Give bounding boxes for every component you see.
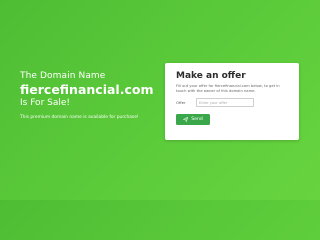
hero-section: The Domain Name fiercefinancial.com Is F… [20, 70, 160, 121]
paper-plane-icon [183, 117, 189, 122]
send-button-label: Send [191, 117, 203, 122]
offer-card: Make an offer Fill out your offer for fi… [165, 63, 299, 140]
send-button[interactable]: Send [176, 114, 210, 125]
offer-input[interactable] [196, 98, 254, 107]
availability-note: This premium domain name is available fo… [20, 115, 139, 120]
offer-label: Offer [176, 100, 186, 105]
offer-title: Make an offer [176, 71, 246, 81]
offer-row: Offer [176, 98, 288, 107]
offer-description: Fill out your offer for fiercefinancial.… [176, 84, 280, 93]
domain-name: fiercefinancial.com [20, 82, 154, 97]
for-sale-text: Is For Sale! [20, 98, 71, 108]
hero-heading-line: The Domain Name [20, 71, 106, 81]
